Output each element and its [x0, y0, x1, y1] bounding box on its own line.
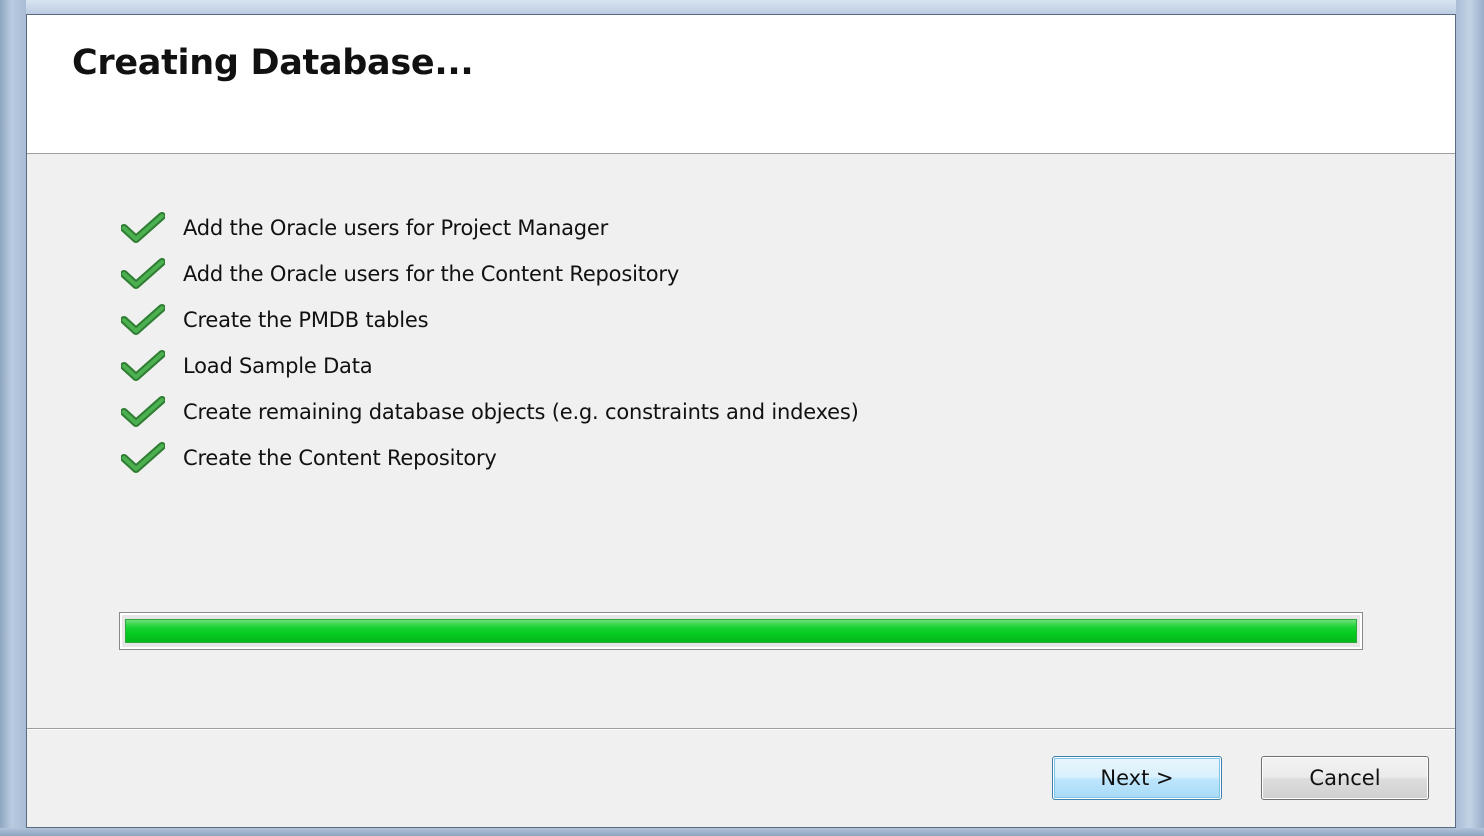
window-frame-left	[0, 0, 26, 836]
next-button[interactable]: Next >	[1052, 756, 1222, 800]
progress-bar	[119, 612, 1363, 650]
installer-dialog: Creating Database... Add the Oracle user…	[26, 14, 1456, 828]
cancel-button[interactable]: Cancel	[1261, 756, 1429, 800]
window-frame-right	[1456, 0, 1484, 836]
step-label: Load Sample Data	[183, 354, 373, 378]
checkmark-icon	[121, 258, 165, 289]
dialog-header: Creating Database...	[27, 15, 1455, 154]
checkmark-icon	[121, 304, 165, 335]
step-item: Add the Oracle users for the Content Rep…	[121, 251, 859, 297]
checkmark-icon	[121, 396, 165, 427]
step-label: Create the Content Repository	[183, 446, 497, 470]
footer-divider	[27, 728, 1455, 730]
step-item: Create remaining database objects (e.g. …	[121, 389, 859, 435]
checkmark-icon	[121, 350, 165, 381]
window-frame-bottom	[0, 828, 1484, 836]
step-label: Add the Oracle users for the Content Rep…	[183, 262, 680, 286]
step-label: Create the PMDB tables	[183, 308, 429, 332]
progress-bar-fill	[125, 619, 1357, 643]
checkmark-icon	[121, 212, 165, 243]
step-item: Load Sample Data	[121, 343, 859, 389]
window-frame-top	[0, 0, 1484, 14]
step-item: Add the Oracle users for Project Manager	[121, 205, 859, 251]
step-label: Add the Oracle users for Project Manager	[183, 216, 609, 240]
page-title: Creating Database...	[72, 43, 474, 83]
step-list: Add the Oracle users for Project Manager…	[121, 205, 859, 481]
step-item: Create the Content Repository	[121, 435, 859, 481]
step-label: Create remaining database objects (e.g. …	[183, 400, 859, 424]
checkmark-icon	[121, 442, 165, 473]
step-item: Create the PMDB tables	[121, 297, 859, 343]
